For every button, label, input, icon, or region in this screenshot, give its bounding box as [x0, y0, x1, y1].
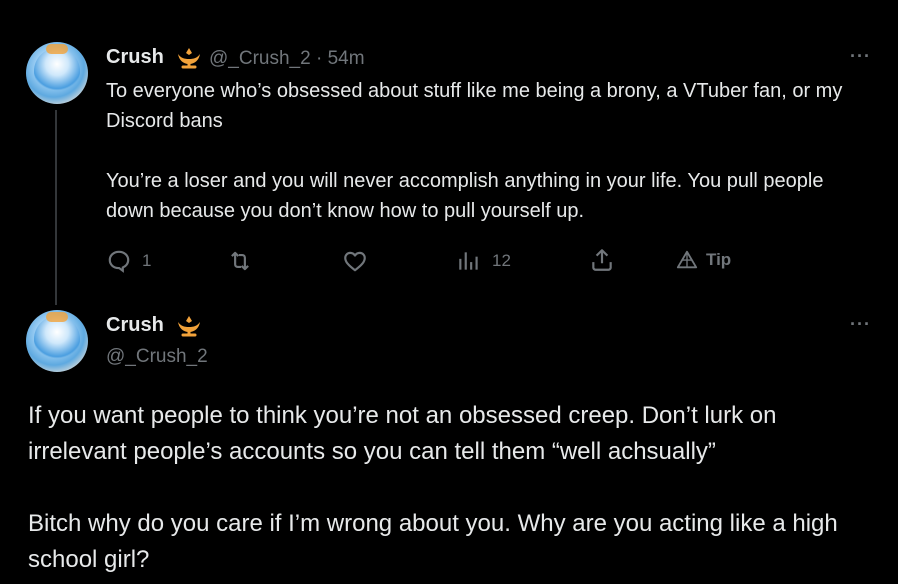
views-button[interactable]: 12: [456, 248, 511, 274]
tweet-text: To everyone who’s obsessed about stuff l…: [106, 80, 843, 222]
views-count: 12: [492, 251, 511, 270]
avatar-image: [34, 48, 80, 94]
share-button[interactable]: [589, 247, 615, 273]
separator: ·: [315, 48, 323, 69]
reply-icon: [108, 250, 130, 273]
share-icon: [592, 249, 612, 271]
gold-crown-badge-icon: [178, 316, 200, 337]
heart-icon: [344, 251, 366, 272]
timestamp[interactable]: 54m: [328, 48, 365, 69]
avatar[interactable]: [26, 310, 88, 372]
more-options-button[interactable]: ···: [850, 314, 871, 335]
retweet-icon: [231, 251, 249, 271]
reply-count: 1: [142, 251, 152, 270]
tip-icon: [676, 250, 698, 269]
reply-button[interactable]: 1: [106, 248, 151, 274]
retweet-button[interactable]: [226, 248, 254, 274]
handle[interactable]: @_Crush_2: [106, 346, 208, 368]
more-options-button[interactable]: ···: [850, 46, 871, 67]
avatar[interactable]: [26, 42, 88, 104]
avatar-image: [34, 316, 80, 362]
avatar-decoration: [46, 44, 68, 54]
gold-crown-badge-icon: [178, 48, 200, 69]
action-bar: 1 12 Tip: [0, 244, 898, 278]
tweet-1[interactable]: Crush @_Crush_2 · 54m ··· To everyone wh…: [0, 0, 898, 310]
display-name[interactable]: Crush: [106, 46, 164, 69]
tip-button[interactable]: Tip: [676, 249, 731, 271]
tweet-text: If you want people to think you’re not a…: [28, 402, 838, 573]
views-bar-icon: [459, 252, 478, 270]
display-name[interactable]: Crush: [106, 314, 164, 337]
avatar-decoration: [46, 312, 68, 322]
handle[interactable]: @_Crush_2: [209, 48, 311, 69]
handle-time[interactable]: @_Crush_2 · 54m: [209, 48, 365, 70]
tip-label: Tip: [706, 250, 732, 269]
like-button[interactable]: [342, 248, 368, 274]
